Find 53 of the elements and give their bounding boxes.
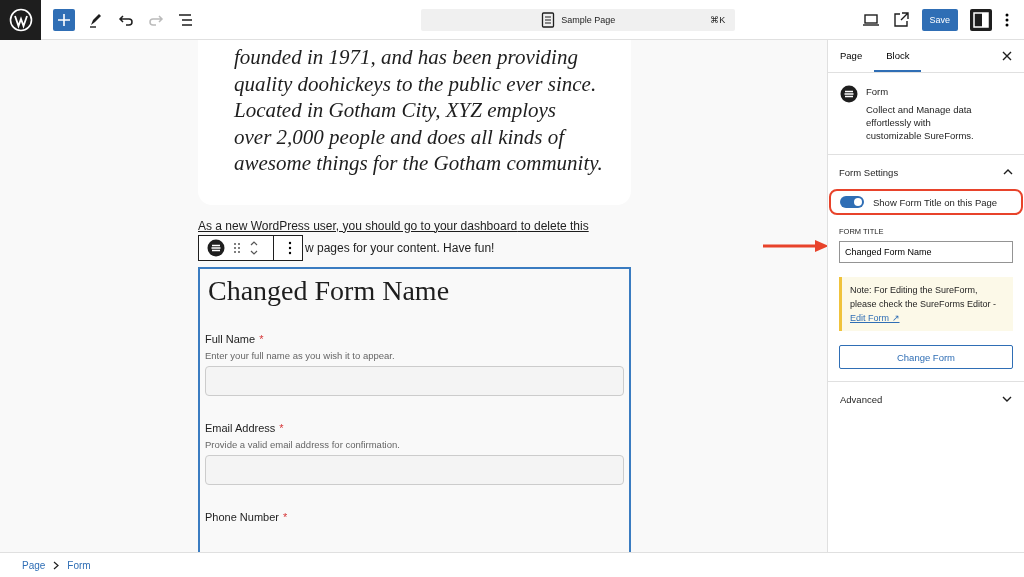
input-field[interactable] xyxy=(205,454,624,485)
toggle-label: Show Form Title on this Page xyxy=(873,196,998,208)
required-mark: * xyxy=(283,510,288,523)
sidebar-icon xyxy=(973,11,989,28)
edit-form-link[interactable]: Edit Form ↗ xyxy=(850,313,900,323)
form-title: Changed Form Name xyxy=(208,274,451,307)
panel-heading[interactable]: Form Settings xyxy=(839,166,899,178)
chevron-icon[interactable] xyxy=(1003,169,1013,175)
field-help-text: Provide a valid email address for confirmation. xyxy=(205,438,401,450)
paragraph-text: As a new WordPress user, you should go to your dashboard to delete this xyxy=(198,217,590,235)
breadcrumb-link[interactable]: Page xyxy=(22,559,46,571)
document-title: Sample Page xyxy=(561,14,616,25)
input-field[interactable] xyxy=(205,365,624,396)
required-mark: * xyxy=(259,332,264,345)
panel-heading[interactable]: Advanced xyxy=(840,393,883,405)
save-button[interactable]: Save xyxy=(921,8,958,31)
quote-text: Located in Gotham City, XYZ employs xyxy=(234,97,557,124)
quote-text: founded in 1971, and has been providing xyxy=(234,44,579,71)
add-block-button[interactable] xyxy=(53,8,75,31)
external-link-icon[interactable] xyxy=(891,10,910,29)
shortcut-hint: ⌘K xyxy=(710,14,726,25)
quote-text: awesome things for the Gotham community. xyxy=(234,150,604,177)
settings-button[interactable] xyxy=(970,8,992,31)
form-block-icon[interactable] xyxy=(207,238,225,257)
field-label: Email Address xyxy=(205,421,276,434)
form-title-input[interactable]: Changed Form Name xyxy=(839,241,1013,263)
note-text: Note: For Editing the SureForm, please check the SureForms Editor - Edit Form ↗ xyxy=(850,285,997,323)
required-mark: * xyxy=(279,421,284,434)
document-bar[interactable]: Sample Page ⌘K xyxy=(421,8,736,31)
annotation-arrow xyxy=(763,240,827,252)
quote-text: over 2,000 people and does all kinds of xyxy=(234,123,568,150)
block-description: Collect and Manage data effortlessly with customizable SureForms. xyxy=(866,103,975,142)
chevron-right-icon xyxy=(53,560,60,570)
wordpress-logo[interactable] xyxy=(0,0,41,40)
quote-text: quality doohickeys to the public ever since. xyxy=(234,70,598,97)
block-name: Form xyxy=(866,85,890,98)
page-icon xyxy=(541,11,556,28)
breadcrumb-link[interactable]: Form xyxy=(67,559,91,571)
form-block-icon xyxy=(840,85,858,103)
options-icon[interactable] xyxy=(288,240,292,255)
wordpress-icon xyxy=(8,7,33,32)
plus-icon xyxy=(57,12,71,27)
close-icon[interactable] xyxy=(1002,51,1012,61)
field-label: Full Name xyxy=(205,332,256,345)
paragraph-text: w pages for your content. Have fun! xyxy=(305,240,495,255)
drag-handle-icon[interactable] xyxy=(233,241,241,254)
chevron-icon[interactable] xyxy=(1002,396,1012,402)
sidebar-tab[interactable]: Block xyxy=(874,40,922,72)
field-label: Phone Number xyxy=(205,510,279,523)
sidebar-tab[interactable]: Page xyxy=(828,40,875,72)
change-form-button[interactable]: Change Form xyxy=(839,345,1013,369)
field-help-text: Enter your full name as you wish it to appear. xyxy=(205,349,396,361)
toggle-switch[interactable] xyxy=(840,196,864,208)
